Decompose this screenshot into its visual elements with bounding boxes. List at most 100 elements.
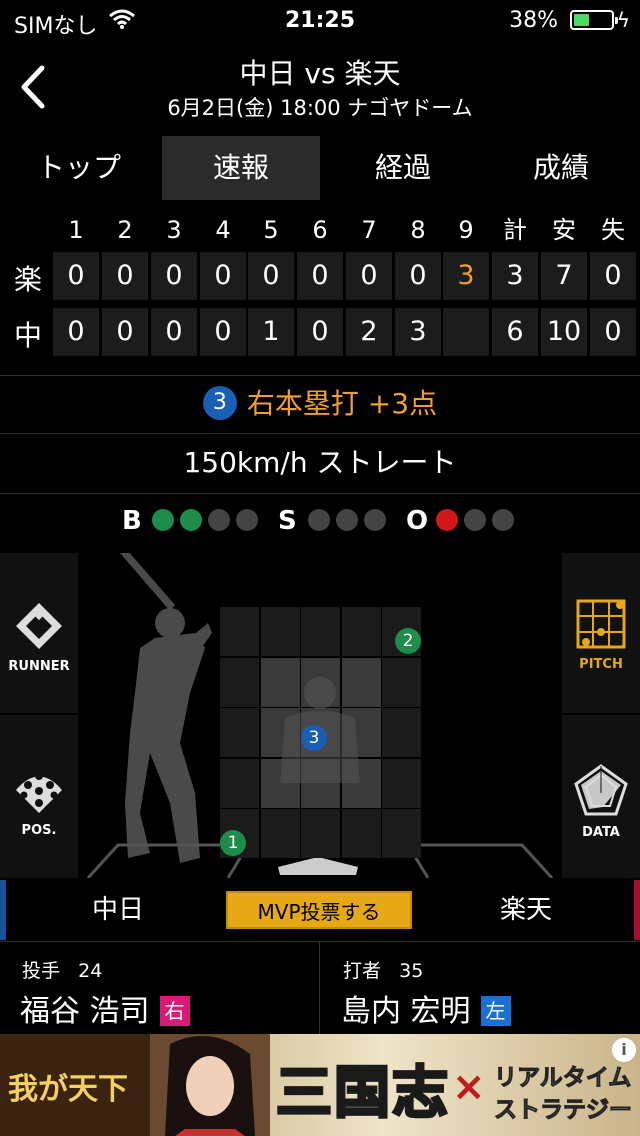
ball-count: B S O bbox=[0, 494, 640, 552]
inning-header: 5 bbox=[263, 216, 279, 244]
pitcher-card[interactable]: 投手 24 福谷 浩司右 bbox=[0, 942, 320, 1034]
player-panel: 投手 24 福谷 浩司右 打者 35 島内 宏明左 bbox=[0, 941, 640, 1034]
inning-header: 3 bbox=[166, 216, 182, 244]
zone-cell bbox=[220, 607, 259, 656]
zone-cell bbox=[220, 708, 259, 757]
zone-cell bbox=[260, 809, 300, 858]
data-label: DATA bbox=[582, 825, 620, 840]
mvp-vote-button[interactable]: MVP投票する bbox=[226, 891, 412, 929]
pitcher-role: 投手 24 bbox=[22, 960, 103, 982]
score-cell: 10 bbox=[541, 308, 587, 356]
ad-title: 三国志 bbox=[275, 1059, 450, 1128]
pitch-speed-type: 150km/h ストレート bbox=[183, 446, 457, 479]
ad-info-icon[interactable]: i bbox=[612, 1038, 636, 1062]
batting-hand-badge: 左 bbox=[480, 995, 511, 1026]
inning-header: 4 bbox=[215, 216, 231, 244]
runner-label: RUNNER bbox=[8, 659, 70, 674]
pitcher-number: 24 bbox=[78, 960, 103, 982]
battery-percent: 38% bbox=[509, 8, 558, 33]
batter-number: 35 bbox=[399, 960, 424, 982]
pitch-marker[interactable]: 3 bbox=[301, 725, 327, 751]
play-result: 3 右本塁打 +3点 bbox=[0, 376, 640, 432]
team-abbrev: 中 bbox=[13, 319, 42, 352]
score-cell: 0 bbox=[102, 252, 148, 300]
battery-icon bbox=[570, 10, 618, 30]
zone-cell bbox=[301, 809, 340, 858]
tab-live[interactable]: 速報 bbox=[162, 136, 320, 200]
score-cell: 1 bbox=[248, 308, 294, 356]
inning-header: 安 bbox=[552, 216, 576, 244]
radar-chart-icon bbox=[574, 764, 628, 816]
away-color-strip bbox=[634, 880, 640, 940]
play-number-badge: 3 bbox=[202, 386, 237, 420]
game-subtitle: 6月2日(金) 18:00 ナゴヤドーム bbox=[167, 96, 473, 120]
ad-banner[interactable]: 我が天下 三国志 × リアルタイム ストラテジー i bbox=[0, 1034, 640, 1136]
score-cell: 3 bbox=[395, 308, 441, 356]
inning-header: 9 bbox=[458, 216, 474, 244]
batter-card[interactable]: 打者 35 島内 宏明左 bbox=[321, 942, 640, 1034]
score-cell bbox=[443, 308, 489, 356]
zone-cell bbox=[260, 607, 300, 656]
zone-cell bbox=[382, 809, 421, 858]
pitch-marker[interactable]: 1 bbox=[220, 830, 246, 856]
team-bar: 中日 MVP投票する 楽天 bbox=[0, 880, 640, 940]
score-cell: 7 bbox=[541, 252, 587, 300]
score-cell: 3 bbox=[443, 252, 489, 300]
batter-role: 打者 35 bbox=[343, 960, 424, 982]
team-abbrev: 楽 bbox=[13, 263, 42, 296]
inning-header: 8 bbox=[410, 216, 426, 244]
inning-header: 計 bbox=[503, 216, 527, 244]
data-button[interactable]: DATA bbox=[562, 717, 640, 879]
inning-header: 6 bbox=[312, 216, 328, 244]
pitch-button[interactable]: PITCH bbox=[562, 553, 640, 715]
pitch-label: PITCH bbox=[579, 657, 623, 672]
pitch-grid-icon bbox=[576, 599, 626, 649]
score-cell: 6 bbox=[492, 308, 538, 356]
zone-cell bbox=[382, 758, 421, 808]
inning-header: 2 bbox=[117, 216, 133, 244]
zone-cell bbox=[220, 657, 259, 707]
outs-label: O bbox=[406, 506, 429, 536]
positions-icon bbox=[16, 772, 62, 813]
throwing-hand-badge: 右 bbox=[159, 995, 190, 1026]
left-sidebar: RUNNER POS. bbox=[0, 553, 78, 878]
ball-dot bbox=[236, 509, 258, 531]
runner-button[interactable]: RUNNER bbox=[0, 553, 78, 715]
balls-label: B bbox=[122, 506, 142, 536]
ad-subtitle-2: ストラテジー bbox=[494, 1097, 633, 1124]
pitch-field: RUNNER POS. PITCH DATA 1 2 3 bbox=[0, 553, 640, 878]
score-cell: 2 bbox=[346, 308, 392, 356]
position-button[interactable]: POS. bbox=[0, 717, 78, 879]
right-sidebar: PITCH DATA bbox=[562, 553, 640, 878]
score-cell: 0 bbox=[200, 252, 246, 300]
tab-stats[interactable]: 成績 bbox=[482, 136, 640, 200]
page-title: 中日 vs 楽天 bbox=[239, 57, 401, 90]
score-cell: 0 bbox=[590, 308, 636, 356]
zone-cell bbox=[382, 708, 421, 757]
score-cell: 0 bbox=[53, 308, 99, 356]
out-dot bbox=[436, 509, 458, 531]
score-cell: 3 bbox=[492, 252, 538, 300]
inning-header: 7 bbox=[361, 216, 377, 244]
diamond-icon bbox=[16, 603, 62, 649]
away-team-name: 楽天 bbox=[500, 895, 553, 925]
pitcher-name: 福谷 浩司右 bbox=[20, 986, 190, 1030]
inning-header: 失 bbox=[601, 216, 625, 244]
ball-dot bbox=[152, 509, 174, 531]
zone-cell bbox=[220, 758, 259, 808]
tab-bar: トップ 速報 経過 成績 bbox=[0, 136, 640, 200]
out-dot bbox=[464, 509, 486, 531]
ad-logo-text: 我が天下 bbox=[8, 1072, 128, 1107]
score-cell: 0 bbox=[297, 252, 343, 300]
tab-top[interactable]: トップ bbox=[0, 136, 158, 200]
pitch-marker[interactable]: 2 bbox=[395, 628, 421, 654]
tab-progress[interactable]: 経過 bbox=[324, 136, 482, 200]
score-cell: 0 bbox=[53, 252, 99, 300]
ad-cross: × bbox=[452, 1064, 486, 1110]
strike-dot bbox=[308, 509, 330, 531]
inning-header: 1 bbox=[68, 216, 84, 244]
score-cell: 0 bbox=[151, 252, 197, 300]
out-dot bbox=[492, 509, 514, 531]
strikes-label: S bbox=[278, 506, 297, 536]
charging-icon: ϟ bbox=[616, 8, 630, 32]
